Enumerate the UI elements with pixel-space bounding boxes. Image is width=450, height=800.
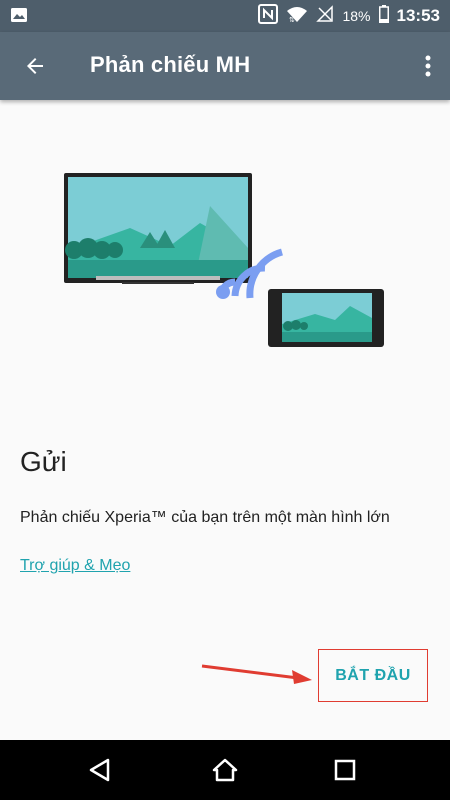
recents-icon: [334, 759, 356, 781]
start-button[interactable]: BẮT ĐẦU: [318, 649, 428, 702]
battery-percent: 18%: [342, 8, 371, 24]
app-bar: Phản chiếu MH: [0, 32, 450, 100]
back-button[interactable]: [14, 46, 56, 86]
battery-icon: [378, 4, 389, 28]
navigation-bar: [0, 740, 450, 800]
back-triangle-icon: [89, 758, 110, 782]
clock: 13:53: [396, 6, 440, 25]
phone-illustration: [268, 289, 384, 347]
nav-back-button[interactable]: [80, 750, 120, 790]
nfc-icon: [258, 3, 279, 29]
section-heading: Gửi: [20, 446, 67, 477]
image-notification-icon: [10, 7, 28, 28]
nav-home-button[interactable]: [205, 750, 245, 790]
home-icon: [212, 758, 238, 782]
screen-mirroring-illustration: [64, 173, 384, 347]
more-options-button[interactable]: [418, 46, 438, 86]
signal-off-icon: [316, 4, 334, 28]
page-title: Phản chiếu MH: [90, 52, 251, 77]
annotation-arrow-icon: [201, 664, 312, 684]
arrow-back-icon: [27, 58, 43, 74]
more-vert-icon: [425, 55, 431, 77]
svg-text:⇅: ⇅: [289, 16, 295, 23]
status-bar: ⇅ 18% 13:53: [0, 0, 450, 32]
wifi-icon: ⇅: [286, 5, 308, 28]
help-tips-link[interactable]: Trợ giúp & Mẹo: [20, 557, 130, 575]
tv-illustration: [64, 173, 252, 284]
nav-recents-button[interactable]: [325, 750, 365, 790]
description-text: Phản chiếu Xperia™ của bạn trên một màn …: [20, 509, 390, 526]
